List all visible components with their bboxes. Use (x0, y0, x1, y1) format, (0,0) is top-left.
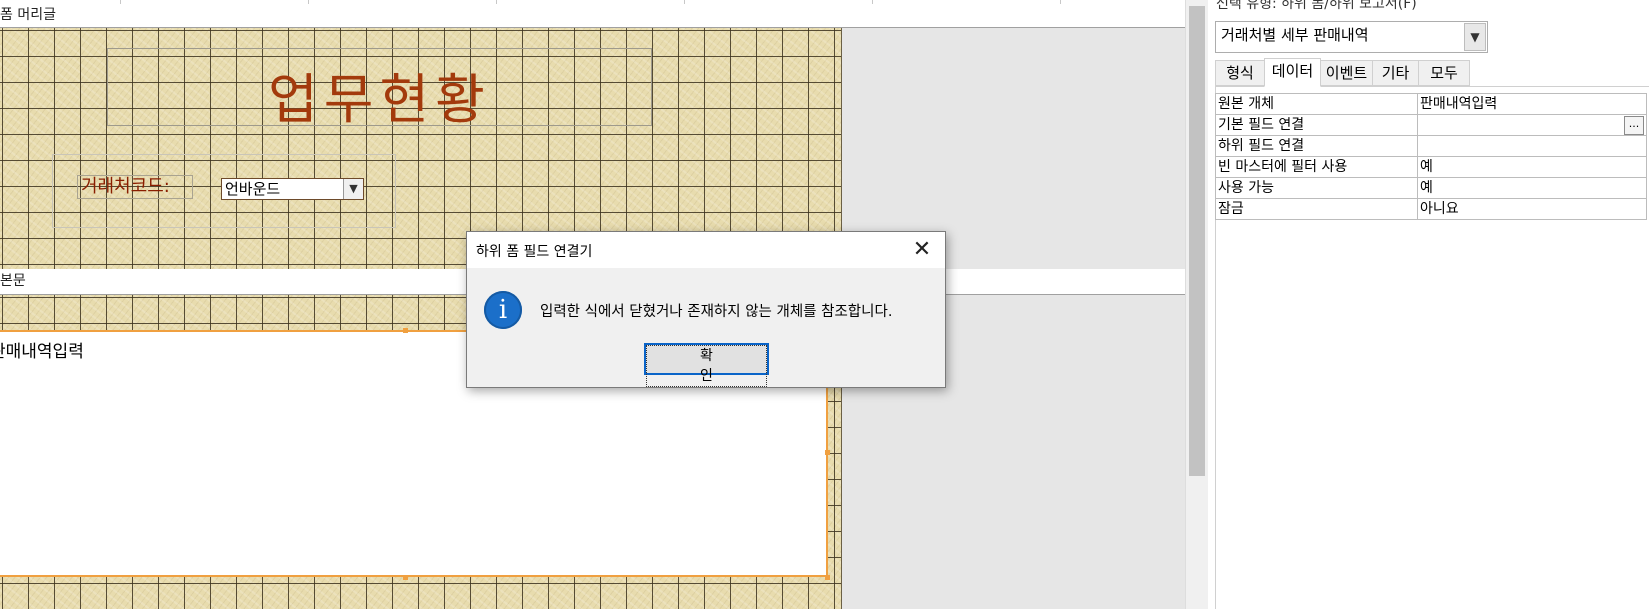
dialog-title: 하위 폼 필드 연결기 (476, 244, 593, 260)
property-name: 사용 가능 (1215, 177, 1418, 199)
tab-event[interactable]: 이벤트 (1320, 60, 1373, 86)
subform-label: 판매내역입력 (0, 342, 84, 362)
page-title: 업무현황 (268, 68, 491, 131)
property-row[interactable]: 사용 가능 예 (1215, 177, 1647, 199)
chevron-down-icon[interactable]: ▼ (343, 179, 363, 199)
property-row[interactable]: 빈 마스터에 필터 사용 예 (1215, 156, 1647, 178)
property-sheet: 선택 유형: 하위 폼/하위 보고서(F) 거래처별 세부 판매내역 ▼ 형식 … (1208, 0, 1649, 609)
chevron-down-icon[interactable]: ▼ (1464, 23, 1486, 51)
tab-format[interactable]: 형식 (1215, 60, 1265, 86)
code-combobox[interactable]: 언바운드 ▼ (221, 178, 364, 200)
ok-button[interactable]: 확인 (644, 343, 769, 387)
resize-handle-bottom-right[interactable] (825, 575, 830, 580)
tab-data[interactable]: 데이터 (1264, 58, 1321, 87)
info-icon: i (484, 291, 522, 329)
code-label[interactable]: 거래처코드: (77, 175, 193, 199)
property-row[interactable]: 원본 개체 판매내역입력 (1215, 93, 1647, 115)
message-dialog: 하위 폼 필드 연결기 ✕ i 입력한 식에서 닫혔거나 존재하지 않는 개체를… (466, 231, 946, 388)
property-row[interactable]: 하위 필드 연결 (1215, 135, 1647, 157)
property-value[interactable]: 예 (1417, 177, 1647, 199)
property-row[interactable]: 잠금 아니요 (1215, 198, 1647, 220)
dialog-titlebar[interactable]: 하위 폼 필드 연결기 ✕ (467, 232, 945, 268)
tab-other[interactable]: 기타 (1372, 60, 1419, 86)
tab-all[interactable]: 모두 (1418, 60, 1470, 86)
property-name: 하위 필드 연결 (1215, 135, 1418, 157)
property-value[interactable]: 예 (1417, 156, 1647, 178)
resize-handle-top[interactable] (403, 328, 408, 333)
property-name: 잠금 (1215, 198, 1418, 220)
property-value[interactable] (1417, 135, 1647, 157)
form-header-section-bar[interactable]: 폼 머리글 (0, 4, 1185, 28)
object-selector-value: 거래처별 세부 판매내역 (1221, 26, 1369, 44)
code-combobox-value: 언바운드 (225, 180, 281, 198)
resize-handle-right[interactable] (825, 450, 830, 455)
dialog-message: 입력한 식에서 닫혔거나 존재하지 않는 개체를 참조합니다. (540, 304, 893, 320)
resize-handle-bottom[interactable] (403, 575, 408, 580)
property-name: 빈 마스터에 필터 사용 (1215, 156, 1418, 178)
scrollbar-thumb[interactable] (1189, 6, 1205, 476)
vertical-scrollbar[interactable] (1185, 0, 1208, 609)
property-grid: 원본 개체 판매내역입력 기본 필드 연결 ... 하위 필드 연결 빈 마스터… (1215, 93, 1647, 220)
detail-section-label: 본문 (0, 273, 26, 289)
ok-button-label: 확인 (646, 345, 767, 387)
property-name: 기본 필드 연결 (1215, 114, 1418, 136)
property-row[interactable]: 기본 필드 연결 ... (1215, 114, 1647, 136)
selection-type-label: 선택 유형: 하위 폼/하위 보고서(F) (1216, 0, 1417, 12)
property-value[interactable]: 아니요 (1417, 198, 1647, 220)
title-label-box[interactable]: 업무현황 (107, 48, 652, 131)
property-value-with-builder[interactable]: ... (1417, 114, 1647, 136)
form-header-label: 폼 머리글 (0, 7, 56, 23)
close-icon[interactable]: ✕ (899, 232, 945, 268)
property-value[interactable]: 판매내역입력 (1417, 93, 1647, 115)
property-name: 원본 개체 (1215, 93, 1418, 115)
builder-ellipsis-button[interactable]: ... (1624, 115, 1644, 135)
object-selector[interactable]: 거래처별 세부 판매내역 ▼ (1215, 21, 1488, 53)
